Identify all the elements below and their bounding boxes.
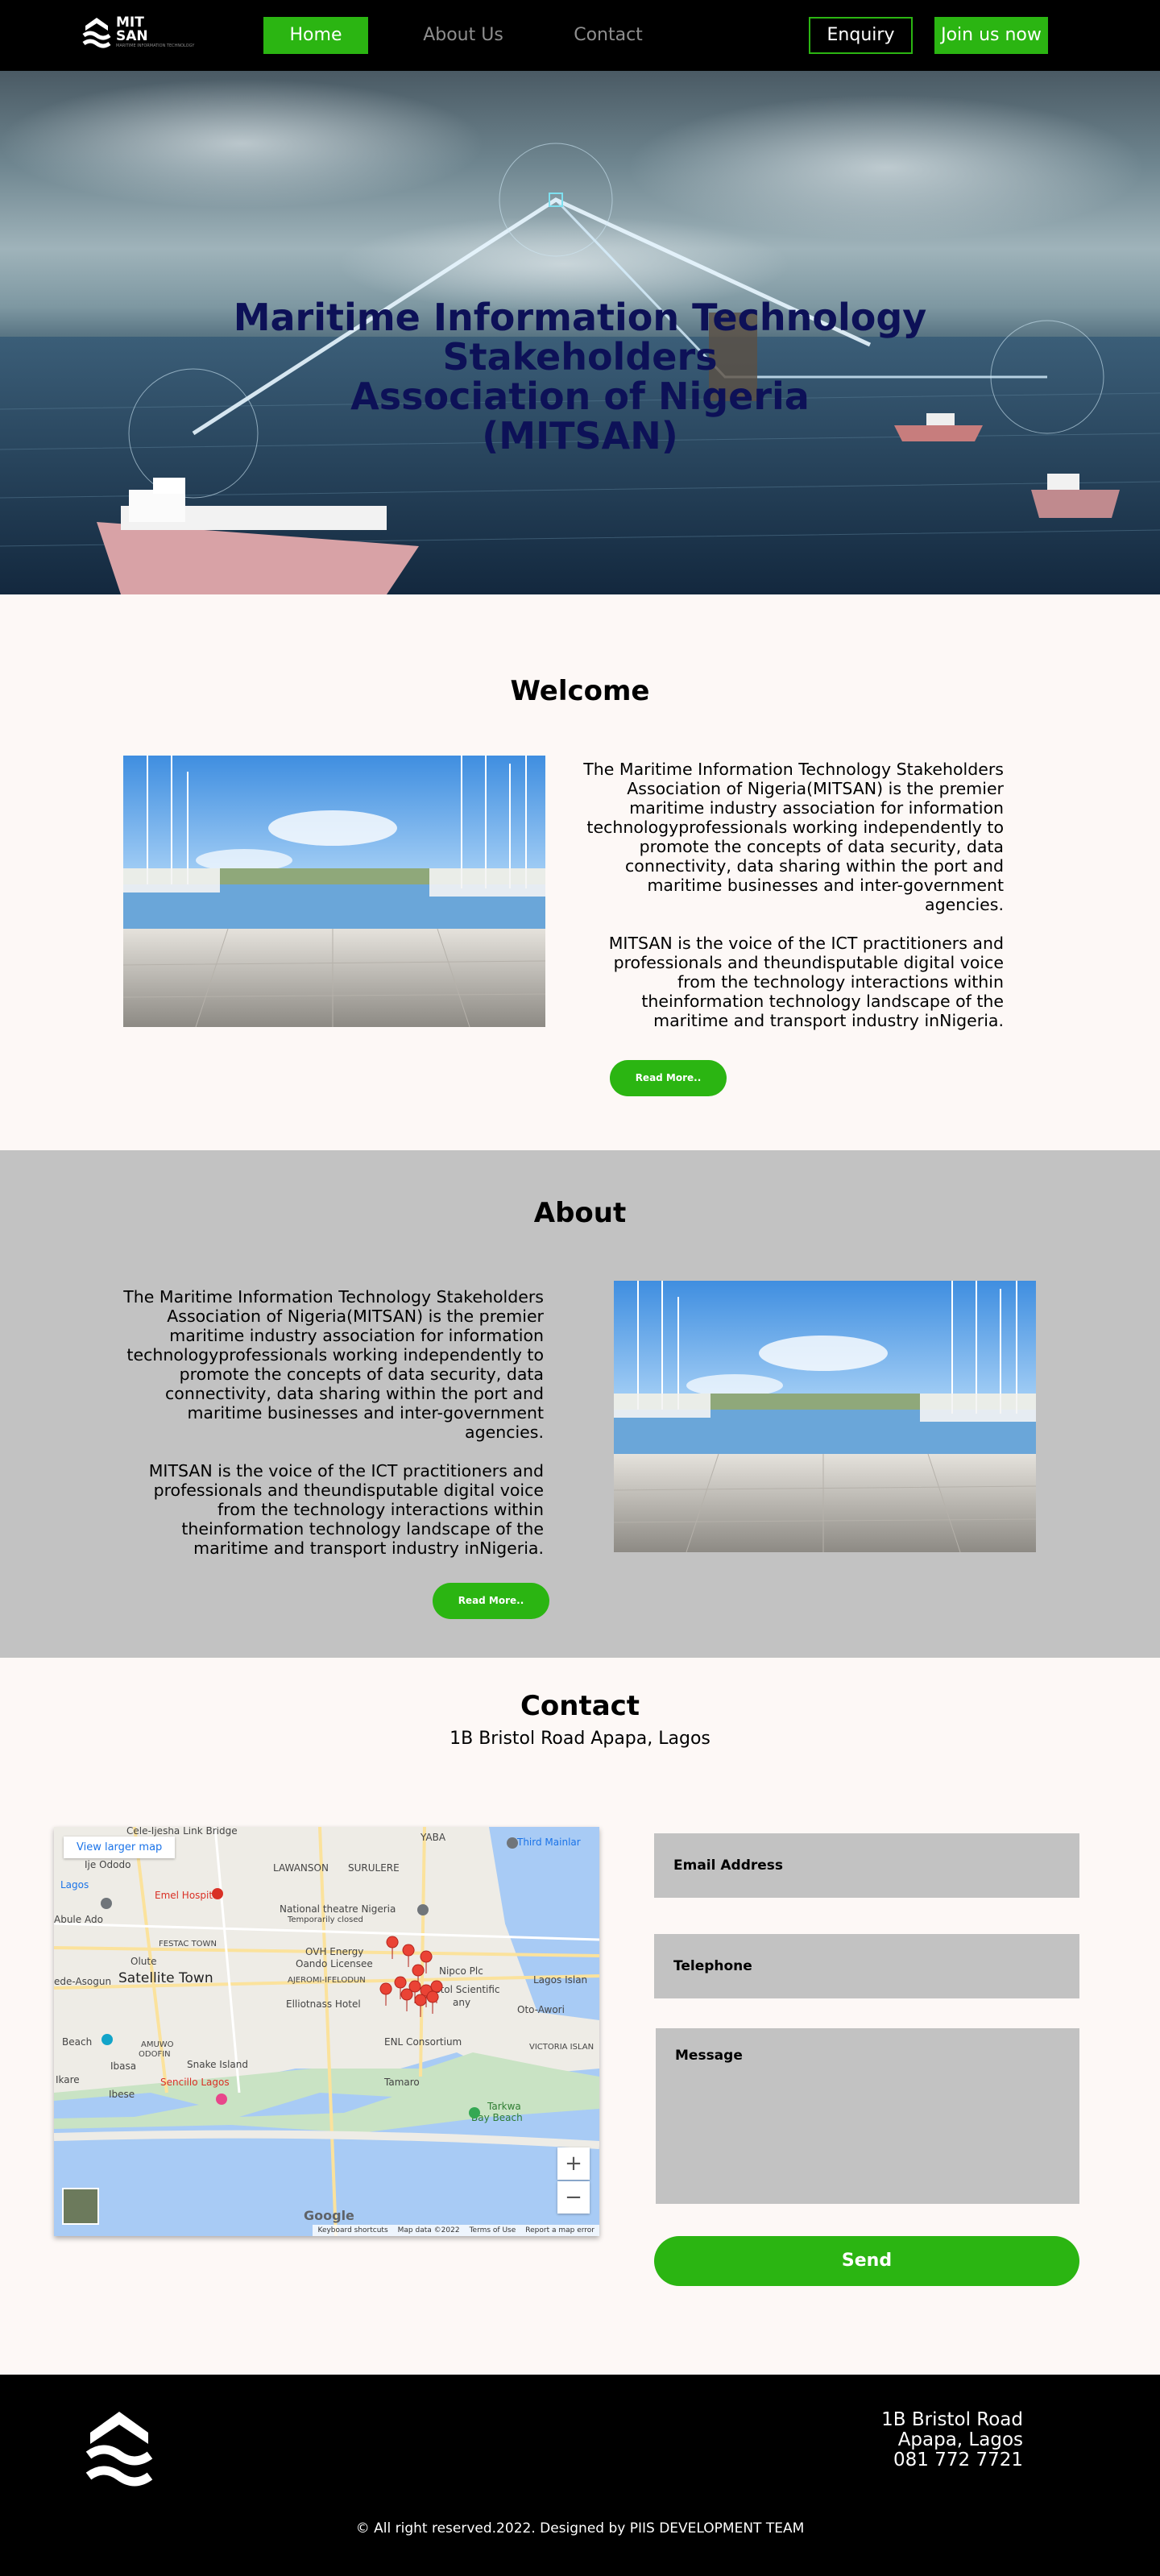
map-satellite-toggle[interactable] — [62, 2188, 99, 2225]
welcome-read-more-button[interactable]: Read More.. — [610, 1060, 727, 1096]
welcome-paragraph-2: MITSAN is the voice of the ICT practitio… — [608, 934, 1004, 1030]
email-field[interactable]: Email Address — [654, 1833, 1079, 1898]
welcome-text: The Maritime Information Technology Stak… — [577, 760, 1004, 1050]
google-map[interactable]: View larger map Cele-Ijesha Link Bridge … — [54, 1827, 599, 2236]
hero-title-line-1: Maritime Information Technology Stakehol… — [233, 296, 927, 379]
logo-text-2: SAN — [116, 28, 148, 44]
top-nav: MIT SAN MARITIME INFORMATION TECHNOLOGY … — [0, 0, 1160, 71]
map-zoom-in-button[interactable]: + — [557, 2147, 590, 2180]
about-heading: About — [533, 1197, 627, 1229]
message-field[interactable]: Message — [656, 2028, 1079, 2204]
about-text: The Maritime Information Technology Stak… — [117, 1287, 544, 1577]
copyright-text: All right reserved.2022. Designed by PII… — [374, 2520, 805, 2537]
map-zoom-out-button[interactable]: − — [557, 2181, 590, 2214]
footer-address-line-2: Apapa, Lagos — [897, 2429, 1023, 2450]
contact-heading: Contact — [520, 1690, 640, 1722]
nav-home[interactable]: Home — [263, 17, 368, 54]
hero-title: Maritime Information Technology Stakehol… — [97, 298, 1063, 456]
welcome-section: Welcome The Maritime Information Technol… — [0, 594, 1160, 1150]
welcome-heading: Welcome — [510, 675, 650, 707]
map-attribution: Keyboard shortcuts Map data ©2022 Terms … — [313, 2225, 599, 2236]
marina-image — [123, 756, 545, 1027]
hero-title-line-2: Association of Nigeria — [350, 375, 810, 418]
about-paragraph-1: The Maritime Information Technology Stak… — [123, 1287, 544, 1442]
map-keyboard-shortcuts[interactable]: Keyboard shortcuts — [317, 2226, 387, 2234]
telephone-field[interactable]: Telephone — [654, 1934, 1079, 1998]
map-terms-link[interactable]: Terms of Use — [470, 2226, 516, 2234]
google-logo: Google — [304, 2208, 354, 2223]
send-button[interactable]: Send — [654, 2236, 1079, 2286]
footer-address-line-1: 1B Bristol Road — [881, 2409, 1023, 2430]
nav-contact[interactable]: Contact — [564, 17, 652, 54]
about-section: About The Maritime Information Technolog… — [0, 1150, 1160, 1658]
footer-phone: 081 772 7721 — [893, 2450, 1023, 2470]
hero-banner: Maritime Information Technology Stakehol… — [0, 71, 1160, 594]
join-us-button[interactable]: Join us now — [934, 17, 1048, 54]
contact-address: 1B Bristol Road Apapa, Lagos — [450, 1729, 710, 1749]
footer-logo-icon — [85, 2412, 153, 2487]
map-pins — [101, 1837, 518, 2118]
about-paragraph-2: MITSAN is the voice of the ICT practitio… — [148, 1461, 544, 1558]
waves-logo-icon — [82, 18, 111, 48]
hero-title-line-3: (MITSAN) — [482, 414, 678, 458]
map-data-credit: Map data ©2022 — [397, 2226, 460, 2234]
map-report-error-link[interactable]: Report a map error — [525, 2226, 594, 2234]
copyright-icon: © — [355, 2520, 370, 2537]
contact-section: Contact 1B Bristol Road Apapa, Lagos Vie… — [0, 1658, 1160, 2375]
logo-subtext: MARITIME INFORMATION TECHNOLOGY — [116, 43, 195, 48]
mitsan-logo[interactable]: MIT SAN MARITIME INFORMATION TECHNOLOGY — [81, 13, 194, 52]
nav-about-us[interactable]: About Us — [415, 17, 512, 54]
enquiry-button[interactable]: Enquiry — [809, 17, 913, 54]
footer: 1B Bristol Road Apapa, Lagos 081 772 772… — [0, 2375, 1160, 2576]
welcome-paragraph-1: The Maritime Information Technology Stak… — [583, 760, 1004, 914]
marina-image — [614, 1281, 1036, 1552]
marina-photo — [123, 756, 545, 1027]
footer-address: 1B Bristol Road Apapa, Lagos 081 772 772… — [814, 2410, 1023, 2470]
about-read-more-button[interactable]: Read More.. — [433, 1583, 549, 1619]
about-marina-photo — [614, 1281, 1036, 1552]
copyright: © All right reserved.2022. Designed by P… — [0, 2520, 1160, 2537]
